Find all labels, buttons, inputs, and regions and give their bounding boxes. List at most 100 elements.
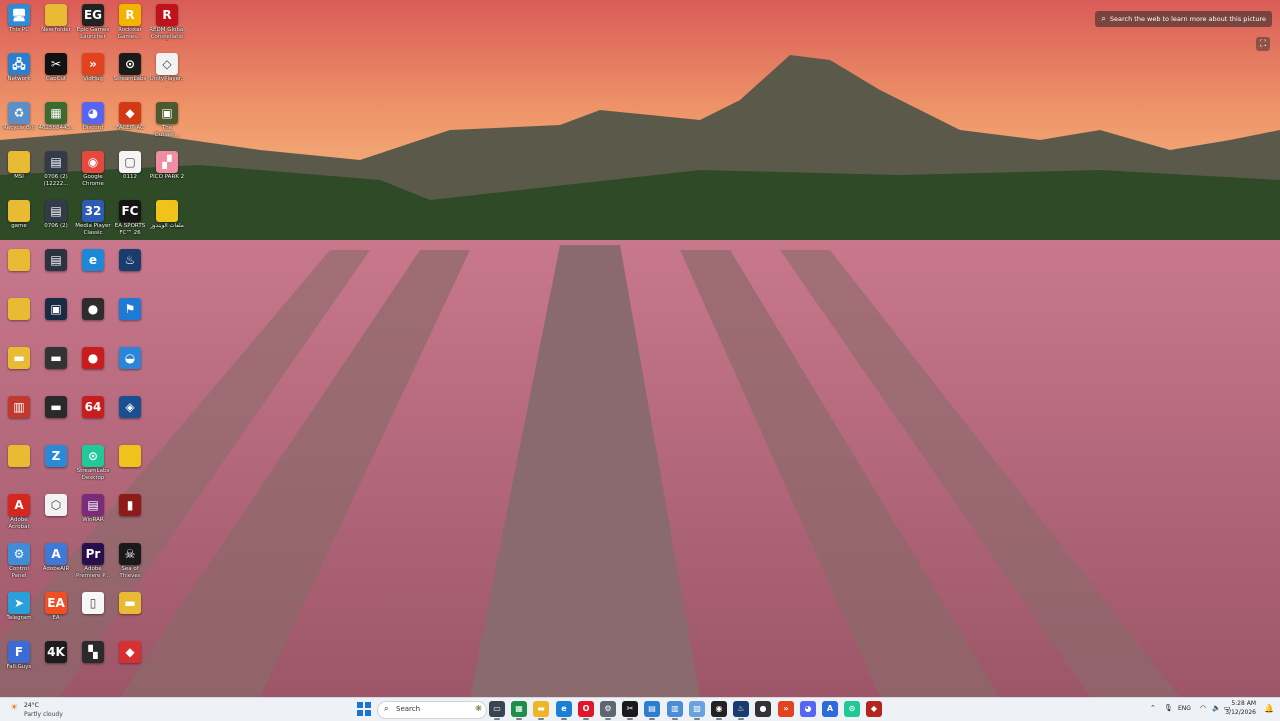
desktop-icon[interactable]: ▬ [38, 394, 74, 440]
desktop-icon[interactable] [1, 443, 37, 489]
desktop-icon[interactable]: Pr Adobe Premiere P... [75, 541, 111, 587]
desktop-icon[interactable] [1, 296, 37, 342]
desktop-icon[interactable]: ▮ [112, 492, 148, 538]
desktop-icon[interactable]: RREDM Global Constellation [149, 2, 185, 48]
desktop-icon[interactable]: ▬ [1, 345, 37, 391]
microphone-icon[interactable]: 🎙 [1164, 704, 1173, 712]
weather-widget[interactable]: ☀ 24°C Partly cloudy [10, 700, 90, 720]
language-indicator[interactable]: ENG [1178, 705, 1191, 712]
desktop-icon[interactable]: ▞ PICO PARK 2 [149, 149, 185, 195]
desktop-icon[interactable]: EA EA [38, 590, 74, 636]
taskbar-app-media[interactable]: ● [755, 701, 771, 717]
desktop-icon[interactable]: ⚑ [112, 296, 148, 342]
desktop-icon[interactable]: ➤ Telegram [1, 590, 37, 636]
desktop-icon[interactable]: ▯ [75, 590, 111, 636]
taskbar-app-photos[interactable]: ▨ [689, 701, 705, 720]
taskbar-app-photoshop[interactable]: A [822, 701, 838, 717]
desktop-icon[interactable]: FC EA SPORTS FC™ 26 [112, 198, 148, 244]
desktop-icon[interactable]: Z [38, 443, 74, 489]
app-icon: ▬ [119, 592, 141, 614]
desktop-icon[interactable]: R Rockstar Games... [112, 2, 148, 48]
desktop-icon[interactable]: ▤ WinRAR [75, 492, 111, 538]
volume-icon[interactable]: 🔈 [1212, 704, 1221, 712]
taskbar-app-edge[interactable]: e [556, 701, 572, 720]
app-icon [45, 4, 67, 26]
desktop-icon[interactable]: ▤ 0706 (2) [38, 198, 74, 244]
desktop-icon[interactable]: ◈ [112, 394, 148, 440]
desktop-icon[interactable]: ▥ [1, 394, 37, 440]
desktop-icon[interactable]: ⊙ StreamLabs Desktop [75, 443, 111, 489]
desktop-icon[interactable] [1, 247, 37, 293]
desktop-icon[interactable]: ◕ Discord [75, 100, 111, 146]
desktop-icon[interactable]: ◉ Google Chrome [75, 149, 111, 195]
desktop-icon[interactable]: e [75, 247, 111, 293]
desktop-icon[interactable]: 32 Media Player Classic [75, 198, 111, 244]
desktop-icon[interactable]: ▢ 0112 [112, 149, 148, 195]
taskbar-app-vidhug[interactable]: » [778, 701, 794, 717]
desktop-icon[interactable]: ♨ [112, 247, 148, 293]
taskbar-app-faceit[interactable]: ◆ [866, 701, 882, 717]
taskbar-app-obs[interactable]: ◉ [711, 701, 727, 720]
desktop-icon[interactable]: MSI [1, 149, 37, 195]
desktop-icon[interactable]: ▬ [38, 345, 74, 391]
taskbar-app-task-view[interactable]: ▭ [489, 701, 505, 720]
desktop-icon[interactable]: » VidHug [75, 51, 111, 97]
desktop-icon[interactable]: ◒ [112, 345, 148, 391]
app-icon: ⊙ [119, 53, 141, 75]
desktop-icon[interactable]: ◇ UnityPlayer... [149, 51, 185, 97]
notification-bell-icon[interactable]: 🔔 [1264, 704, 1274, 713]
desktop-icon[interactable]: ⚙ Control Panel [1, 541, 37, 587]
taskbar-search-box[interactable]: ⌕ Search ❋ [377, 701, 487, 719]
desktop[interactable]: 🖥 This PC New folder EG Epic Games Launcher R… [0, 0, 1280, 697]
visual-search-chip[interactable]: ⌕ Search the web to learn more about this… [1095, 11, 1272, 27]
desktop-icon[interactable] [112, 443, 148, 489]
desktop-icon[interactable]: EG Epic Games Launcher [75, 2, 111, 48]
desktop-icon-label: Recycle Bin [3, 125, 35, 131]
desktop-icon[interactable]: ● [75, 296, 111, 342]
desktop-icon[interactable]: ♻ Recycle Bin [1, 100, 37, 146]
chevron-up-icon[interactable]: ⌃ [1150, 704, 1156, 712]
desktop-icon[interactable]: New folder [38, 2, 74, 48]
desktop-icon[interactable]: 🖧 Network [1, 51, 37, 97]
desktop-icon[interactable]: ▬ [112, 590, 148, 636]
desktop-icon[interactable]: ⬡ [38, 492, 74, 538]
desktop-icon[interactable]: ▣ The Outlast... [149, 100, 185, 146]
taskbar-app-settings[interactable]: ⚙ [600, 701, 616, 720]
desktop-icon[interactable]: A Adobe Acrobat [1, 492, 37, 538]
desktop-icon-label: EA SPORTS FC™ 26 [114, 223, 146, 236]
desktop-icon[interactable]: ▦ 462588443... [38, 100, 74, 146]
taskbar-app-widgets[interactable]: ▦ [511, 701, 527, 720]
taskbar-app-discord[interactable]: ◕ [800, 701, 816, 717]
app-icon: ▤ [45, 151, 67, 173]
desktop-icon[interactable]: F Fall Guys [1, 639, 37, 685]
desktop-icon[interactable]: ◆ [112, 639, 148, 685]
start-button[interactable] [356, 701, 372, 717]
taskbar-app-opera[interactable]: O [578, 701, 594, 720]
desktop-icon[interactable]: ☠ Sea of Thieves [112, 541, 148, 587]
desktop-icon[interactable]: ▚ [75, 639, 111, 685]
taskbar-app-streamlabs[interactable]: ⊙ [844, 701, 860, 717]
desktop-icon[interactable]: 64 [75, 394, 111, 440]
taskbar-app-capcut[interactable]: ✂ [622, 701, 638, 720]
desktop-icon[interactable]: ملفات الويندوز [149, 198, 185, 244]
expand-icon[interactable]: ⛶ [1256, 37, 1270, 51]
desktop-icon[interactable]: 4K [38, 639, 74, 685]
wifi-icon[interactable]: ◠ [1200, 704, 1206, 712]
desktop-icon[interactable]: A AdobeAIR [38, 541, 74, 587]
desktop-icon[interactable]: ⊙ StreamLabs [112, 51, 148, 97]
taskbar-app-steam[interactable]: ♨ [733, 701, 749, 720]
desktop-icon[interactable]: ◆ FACEIT AC [112, 100, 148, 146]
desktop-icon[interactable]: 🖥 This PC [1, 2, 37, 48]
taskbar-app-notepad[interactable]: ▥ [667, 701, 683, 720]
taskbar-app-calculator[interactable]: ▤ [644, 701, 660, 720]
desktop-icon[interactable]: ▣ [38, 296, 74, 342]
desktop-icon[interactable]: ▤ 0706 (2)(12222... [38, 149, 74, 195]
desktop-icon[interactable]: ▤ [38, 247, 74, 293]
taskbar-app-file-explorer[interactable]: ▬ [533, 701, 549, 720]
desktop-icon[interactable]: ● [75, 345, 111, 391]
clock-date[interactable]: 3/12/2026 [1225, 709, 1256, 716]
clock-time[interactable]: 5:28 AM [1231, 700, 1256, 707]
app-icon: A [8, 494, 30, 516]
desktop-icon[interactable]: ✂ CapCut [38, 51, 74, 97]
desktop-icon[interactable]: game [1, 198, 37, 244]
